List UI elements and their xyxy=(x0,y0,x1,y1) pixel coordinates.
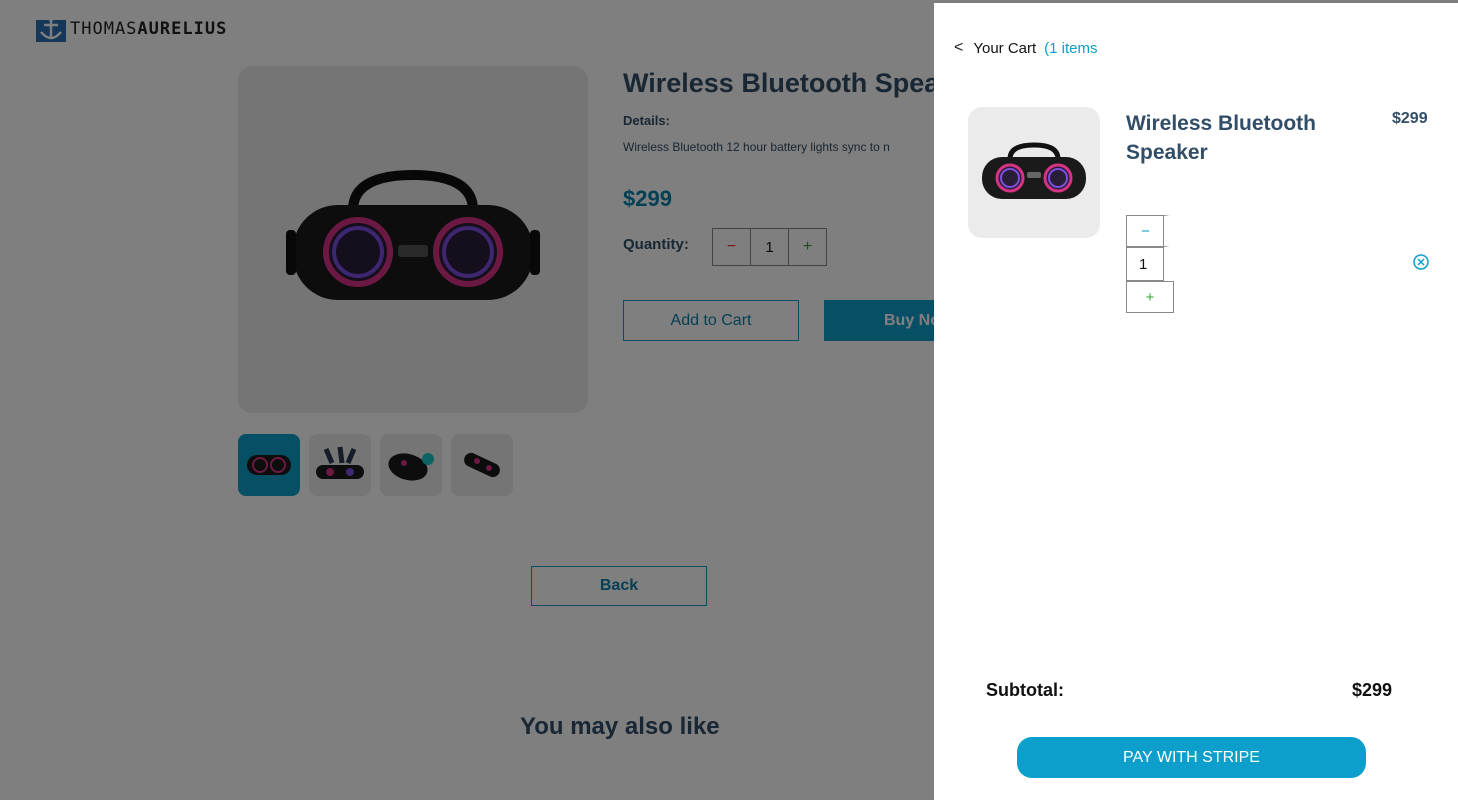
subtotal-value: $299 xyxy=(1352,680,1393,700)
cart-panel: < Your Cart (1 items Wireless Bluetooth … xyxy=(934,3,1458,800)
chevron-left-icon: < xyxy=(954,39,964,56)
subtotal-label: Subtotal: xyxy=(986,680,1064,700)
speaker-thumbnail xyxy=(982,141,1086,199)
close-circle-icon[interactable] xyxy=(1412,253,1430,271)
cart-quantity-increase-button[interactable]: + xyxy=(1126,281,1174,313)
cart-item-price: $299 xyxy=(1392,110,1428,127)
cart-item-count: (1 items xyxy=(1044,39,1098,57)
cart-quantity-stepper: − 1 + xyxy=(1126,215,1174,313)
pay-with-stripe-button[interactable]: PAY WITH STRIPE xyxy=(1017,737,1366,778)
cart-back-button[interactable]: < Your Cart (1 items xyxy=(954,39,1098,57)
cart-quantity-decrease-button[interactable]: − xyxy=(1126,215,1170,247)
cart-quantity-value: 1 xyxy=(1126,247,1164,281)
cart-item-image xyxy=(968,107,1100,238)
cart-item-name: Wireless Bluetooth Speaker xyxy=(1126,112,1317,164)
cart-title: Your Cart xyxy=(973,39,1037,57)
